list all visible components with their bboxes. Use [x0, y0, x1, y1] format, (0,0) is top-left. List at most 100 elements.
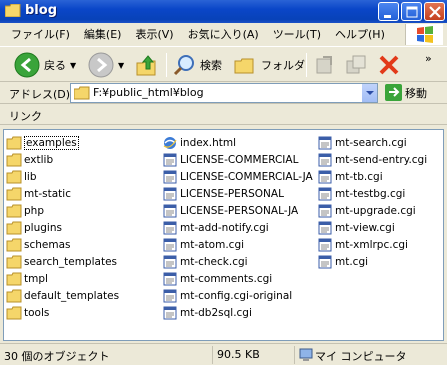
program-file-icon: [318, 136, 332, 149]
folder-icon: [6, 170, 22, 183]
folder-item[interactable]: plugins: [6, 219, 62, 236]
file-item[interactable]: mt-xmlrpc.cgi: [317, 236, 408, 253]
program-file-icon: [318, 221, 332, 234]
up-folder-button[interactable]: [135, 50, 159, 80]
move-to-button[interactable]: [313, 50, 337, 80]
menu-tools[interactable]: ツール(T): [266, 26, 328, 42]
program-file-icon: [318, 170, 332, 183]
menu-help[interactable]: ヘルプ(H): [328, 26, 392, 42]
folder-item[interactable]: search_templates: [6, 253, 117, 270]
up-folder-icon: [136, 55, 156, 76]
go-arrow-icon: [385, 84, 402, 101]
file-item[interactable]: LICENSE-COMMERCIAL: [162, 151, 298, 168]
back-arrow-icon: [14, 52, 40, 78]
windows-flag-icon: [417, 26, 433, 43]
file-item[interactable]: LICENSE-PERSONAL-JA: [162, 202, 298, 219]
folder-item[interactable]: lib: [6, 168, 37, 185]
program-file-icon: [163, 221, 177, 234]
program-file-icon: [163, 204, 177, 217]
file-item[interactable]: LICENSE-COMMERCIAL-JA: [162, 168, 313, 185]
folder-item[interactable]: php: [6, 202, 44, 219]
folder-icon: [6, 187, 22, 200]
copy-to-button[interactable]: [344, 50, 368, 80]
back-dropdown-icon[interactable]: ▼: [70, 61, 76, 70]
copy-to-icon: [346, 55, 366, 74]
file-item[interactable]: mt-view.cgi: [317, 219, 395, 236]
file-item[interactable]: mt-config.cgi-original: [162, 287, 292, 304]
folder-icon: [6, 238, 22, 251]
go-button[interactable]: 移動: [385, 84, 427, 101]
move-to-icon: [316, 56, 332, 74]
file-item[interactable]: mt-tb.cgi: [317, 168, 383, 185]
file-item[interactable]: mt-check.cgi: [162, 253, 248, 270]
file-item[interactable]: mt-comments.cgi: [162, 270, 272, 287]
address-label: アドレス(D): [9, 88, 71, 101]
folder-item[interactable]: mt-static: [6, 185, 71, 202]
program-file-icon: [318, 153, 332, 166]
title-bar[interactable]: blog: [0, 0, 447, 23]
menu-edit[interactable]: 編集(E): [77, 26, 129, 42]
forward-dropdown-icon[interactable]: ▼: [118, 61, 124, 70]
status-bar: 30 個のオブジェクト 90.5 KB マイ コンピュータ: [0, 343, 447, 365]
folder-item[interactable]: schemas: [6, 236, 71, 253]
file-item[interactable]: mt-add-notify.cgi: [162, 219, 269, 236]
file-item[interactable]: mt-db2sql.cgi: [162, 304, 252, 321]
program-file-icon: [318, 255, 332, 268]
minimize-button[interactable]: [378, 2, 399, 21]
folder-icon: [5, 4, 21, 17]
file-item[interactable]: LICENSE-PERSONAL: [162, 185, 284, 202]
address-path[interactable]: F:¥public_html¥blog: [93, 86, 204, 99]
menu-view[interactable]: 表示(V): [128, 26, 180, 42]
menu-favorites[interactable]: お気に入り(A): [181, 26, 266, 42]
folders-icon: [234, 58, 254, 74]
maximize-button[interactable]: [401, 2, 422, 21]
program-file-icon: [163, 272, 177, 285]
folder-icon: [6, 255, 22, 268]
total-size: 90.5 KB: [212, 346, 292, 364]
links-label[interactable]: リンク: [9, 108, 42, 124]
folder-item[interactable]: tmpl: [6, 270, 48, 287]
back-button[interactable]: 戻る ▼: [14, 50, 76, 80]
program-file-icon: [163, 153, 177, 166]
file-item[interactable]: mt.cgi: [317, 253, 368, 270]
forward-button[interactable]: ▼: [88, 50, 124, 80]
program-file-icon: [163, 187, 177, 200]
address-dropdown-button[interactable]: [361, 84, 377, 102]
folder-item[interactable]: examples: [6, 134, 79, 151]
forward-arrow-icon: [88, 52, 114, 78]
program-file-icon: [163, 170, 177, 183]
file-item[interactable]: mt-atom.cgi: [162, 236, 244, 253]
search-button[interactable]: 検索: [172, 50, 222, 80]
links-bar: リンク: [0, 105, 447, 125]
menu-file[interactable]: ファイル(F): [4, 26, 77, 42]
folder-item[interactable]: default_templates: [6, 287, 119, 304]
my-computer-icon: [299, 348, 313, 361]
folder-icon: [6, 306, 22, 319]
toolbar-overflow-icon[interactable]: »: [425, 52, 432, 65]
delete-button[interactable]: [377, 50, 401, 80]
location-zone: マイ コンピュータ: [294, 346, 444, 364]
file-item[interactable]: mt-search.cgi: [317, 134, 407, 151]
toolbar: 戻る ▼ ▼ 検索 フォルダ »: [0, 46, 447, 82]
folder-icon: [6, 204, 22, 217]
window-title: blog: [25, 3, 57, 18]
file-item[interactable]: mt-upgrade.cgi: [317, 202, 416, 219]
menu-bar: ファイル(F) 編集(E) 表示(V) お気に入り(A) ツール(T) ヘルプ(…: [4, 23, 404, 45]
file-list-pane[interactable]: examples extlib lib mt-static php plugin…: [3, 129, 444, 341]
address-field[interactable]: F:¥public_html¥blog: [70, 83, 378, 103]
program-file-icon: [318, 204, 332, 217]
folder-icon: [6, 136, 22, 149]
object-count: 30 個のオブジェクト: [4, 350, 110, 363]
folder-icon: [6, 221, 22, 234]
close-button[interactable]: [424, 2, 445, 21]
file-item[interactable]: mt-send-entry.cgi: [317, 151, 427, 168]
delete-icon: [379, 55, 399, 75]
folder-item[interactable]: tools: [6, 304, 49, 321]
folders-button[interactable]: フォルダ: [233, 50, 305, 80]
folder-item[interactable]: extlib: [6, 151, 53, 168]
file-item[interactable]: index.html: [162, 134, 236, 151]
chevron-down-icon: [366, 91, 374, 95]
program-file-icon: [163, 289, 177, 302]
program-file-icon: [163, 306, 177, 319]
file-item[interactable]: mt-testbg.cgi: [317, 185, 405, 202]
